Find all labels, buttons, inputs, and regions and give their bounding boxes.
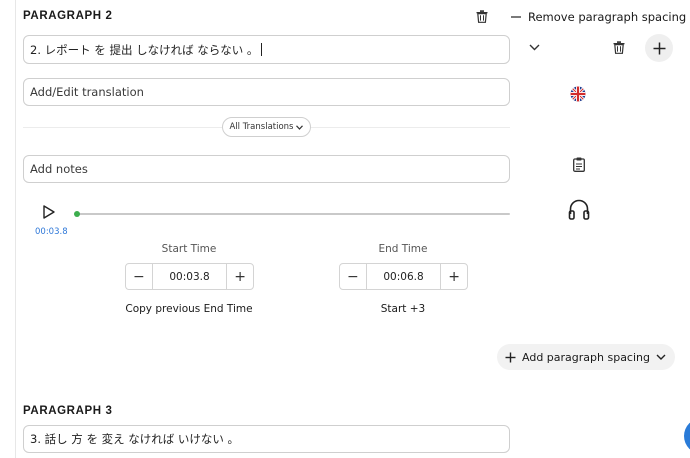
- translation-placeholder: Add/Edit translation: [30, 85, 144, 99]
- trash-icon: [476, 10, 488, 23]
- paragraph-2-heading: PARAGRAPH 2: [23, 10, 113, 22]
- paragraph-editor-panel: PARAGRAPH 2 Remove paragraph spacing 2. …: [15, 0, 690, 458]
- audio-progress-handle[interactable]: [74, 211, 80, 217]
- add-paragraph-spacing-button[interactable]: Add paragraph spacing: [497, 344, 675, 370]
- start-time-stepper: − 00:03.8 +: [125, 263, 254, 290]
- plus-icon: [505, 352, 516, 362]
- audio-progress-track[interactable]: [77, 213, 510, 215]
- collapse-paragraph-button[interactable]: [527, 40, 541, 54]
- end-time-value[interactable]: 00:06.8: [365, 264, 442, 289]
- trash-icon: [613, 41, 625, 54]
- chevron-down-icon: [529, 44, 539, 50]
- delete-paragraph-button[interactable]: [475, 9, 489, 24]
- remove-paragraph-spacing-button[interactable]: Remove paragraph spacing: [511, 9, 686, 24]
- clipboard-icon: [572, 157, 585, 172]
- start-plus-3-button[interactable]: Start +3: [353, 303, 453, 315]
- headphones-icon: [568, 199, 590, 220]
- notes-placeholder: Add notes: [30, 162, 88, 176]
- floating-action-button[interactable]: [684, 418, 690, 454]
- add-paragraph-button[interactable]: [645, 34, 673, 62]
- paragraph-3-text-field[interactable]: 3. 話し 方 を 変え なければ いけない 。: [23, 425, 510, 453]
- end-time-increment-button[interactable]: +: [441, 264, 467, 289]
- notes-field[interactable]: Add notes: [23, 155, 510, 183]
- audio-current-time: 00:03.8: [35, 227, 68, 237]
- start-time-title: Start Time: [161, 243, 217, 255]
- add-paragraph-spacing-label: Add paragraph spacing: [522, 350, 650, 364]
- play-button[interactable]: [42, 204, 56, 219]
- plus-icon: [653, 42, 665, 54]
- uk-flag-icon: [570, 86, 586, 102]
- all-translations-label: All Translations: [229, 122, 294, 132]
- all-translations-button[interactable]: All Translations: [222, 117, 311, 137]
- chevron-down-icon: [296, 124, 304, 130]
- paragraph-2-text-value: 2. レポート を 提出 しなければ ならない 。: [30, 42, 259, 57]
- end-time-title: End Time: [378, 243, 428, 255]
- copy-previous-end-time-button[interactable]: Copy previous End Time: [109, 303, 269, 315]
- minus-icon: [511, 15, 521, 18]
- chevron-down-icon: [656, 354, 666, 360]
- start-time-value[interactable]: 00:03.8: [151, 264, 228, 289]
- translation-language-button[interactable]: [570, 86, 586, 102]
- paragraph-3-heading: PARAGRAPH 3: [23, 405, 113, 417]
- end-time-stepper: − 00:06.8 +: [339, 263, 468, 290]
- paragraph-3-text-value: 3. 話し 方 を 変え なければ いけない 。: [30, 432, 240, 446]
- translation-field[interactable]: Add/Edit translation: [23, 78, 510, 106]
- start-time-increment-button[interactable]: +: [227, 264, 253, 289]
- remove-paragraph-spacing-label: Remove paragraph spacing: [528, 9, 687, 24]
- paragraph-2-text-field[interactable]: 2. レポート を 提出 しなければ ならない 。: [23, 35, 510, 64]
- start-time-decrement-button[interactable]: −: [126, 264, 152, 289]
- delete-paragraph-secondary-button[interactable]: [612, 40, 626, 55]
- text-caret: [261, 43, 263, 56]
- play-icon: [43, 204, 55, 219]
- headphones-button[interactable]: [568, 197, 590, 221]
- end-time-decrement-button[interactable]: −: [340, 264, 366, 289]
- clipboard-button[interactable]: [572, 156, 585, 172]
